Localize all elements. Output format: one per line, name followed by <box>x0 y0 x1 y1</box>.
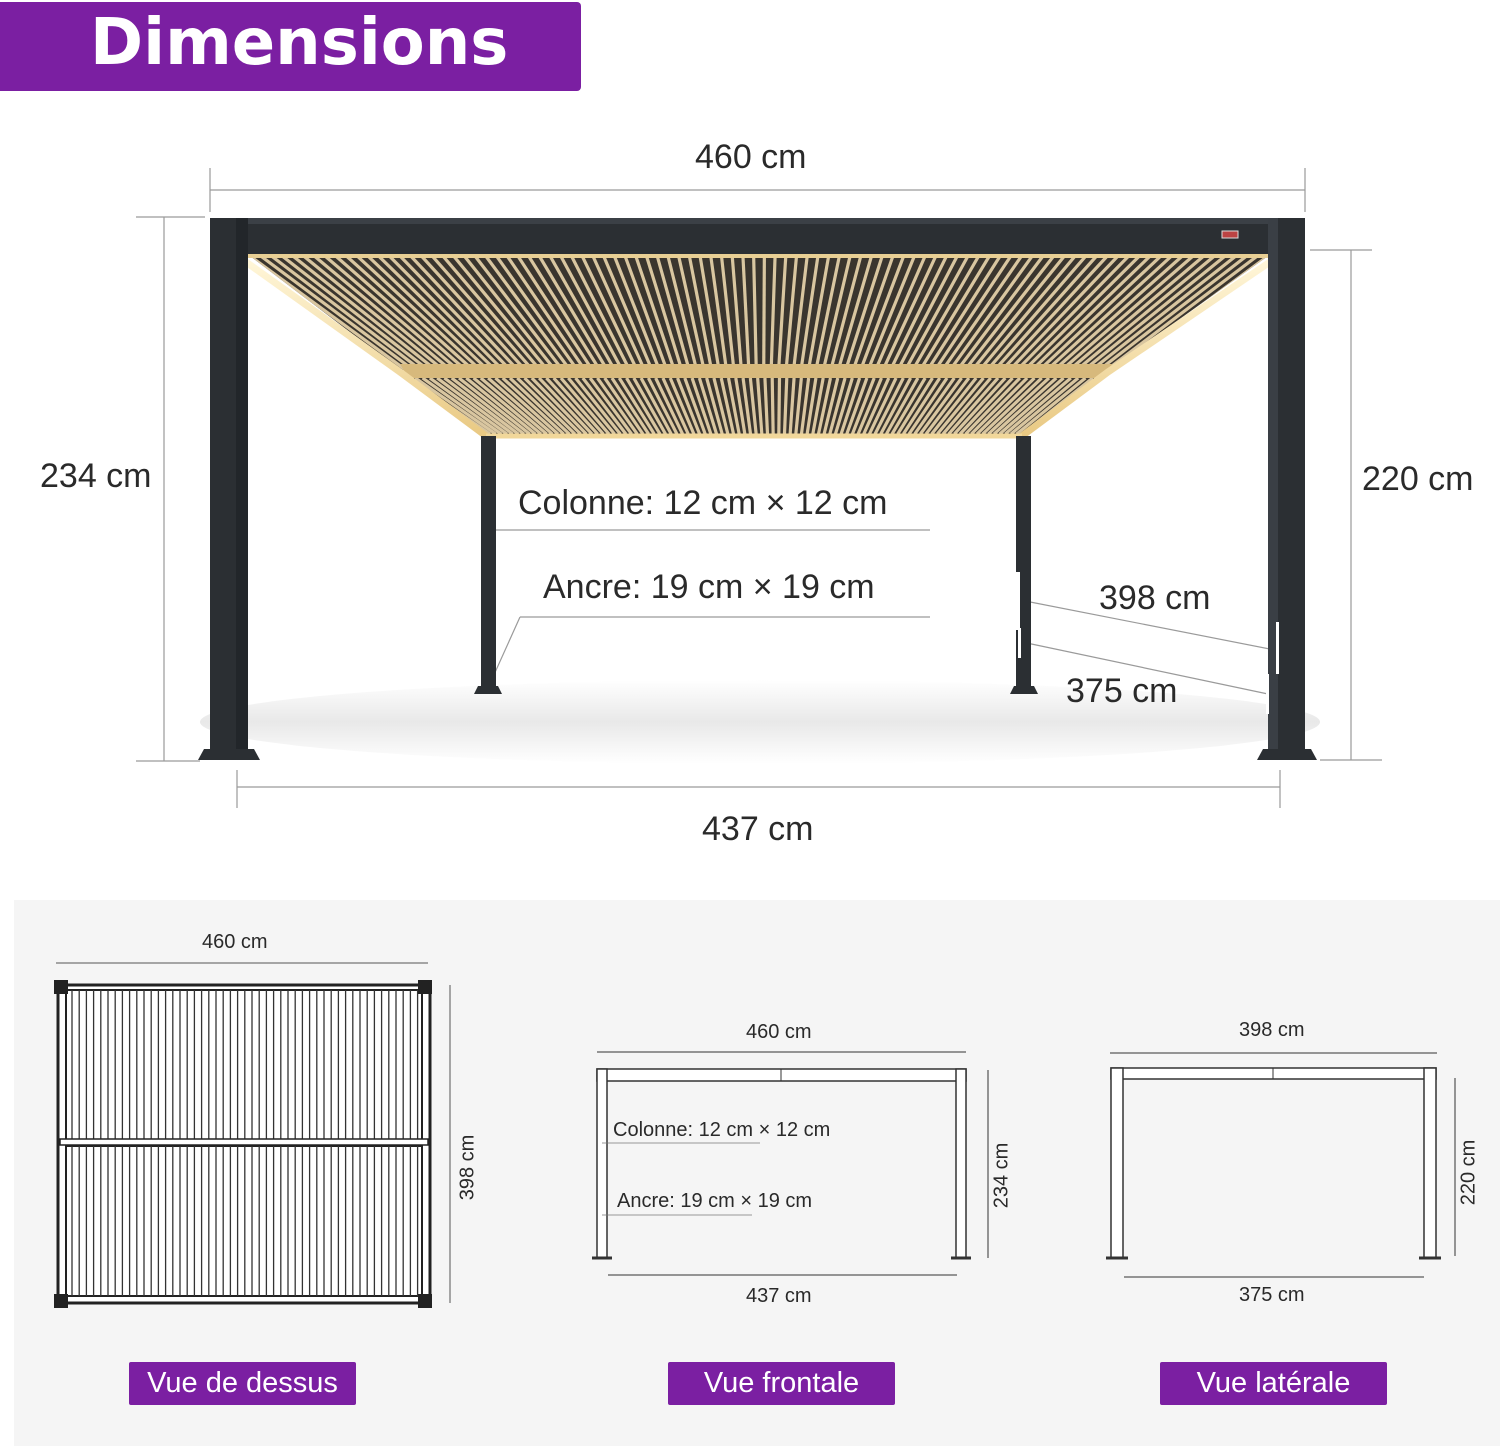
front-view-tag: Vue frontale <box>668 1362 895 1405</box>
top-view-drawing <box>54 962 451 1308</box>
front-view-bottom-width: 437 cm <box>746 1285 812 1307</box>
front-view-column: Colonne: 12 cm × 12 cm <box>613 1119 831 1141</box>
side-view-drawing <box>1106 1052 1456 1278</box>
top-view-depth: 398 cm <box>456 1134 479 1201</box>
top-view-width: 460 cm <box>202 931 268 953</box>
side-view-height: 220 cm <box>1457 1139 1480 1206</box>
orthographic-views <box>54 962 1456 1308</box>
front-view-drawing <box>592 1051 989 1276</box>
side-view-tag: Vue latérale <box>1160 1362 1387 1405</box>
top-view-tag: Vue de dessus <box>129 1362 356 1405</box>
front-view-top-width: 460 cm <box>746 1021 812 1043</box>
side-view-top-width: 398 cm <box>1239 1019 1305 1041</box>
front-view-height: 234 cm <box>990 1142 1013 1209</box>
front-view-anchor: Ancre: 19 cm × 19 cm <box>617 1190 813 1212</box>
side-view-bottom-width: 375 cm <box>1239 1284 1305 1306</box>
